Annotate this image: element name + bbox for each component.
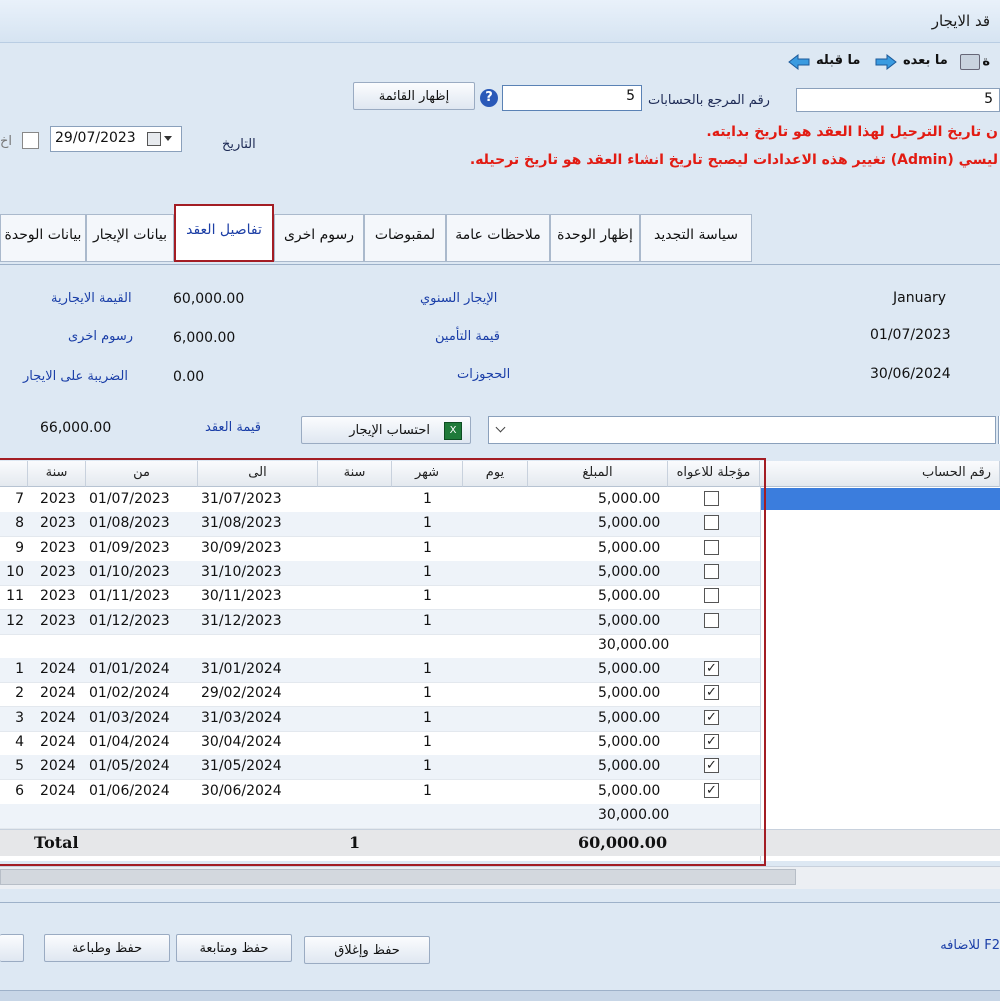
date-label: التاريخ (222, 137, 256, 152)
next-button[interactable]: ما بعده (873, 52, 953, 74)
bottom-frame (0, 990, 1000, 1001)
footer-divider (0, 902, 1000, 903)
tab-other-fees[interactable]: رسوم اخرى (274, 214, 364, 262)
month-value: January (893, 290, 947, 306)
arrow-left-icon (788, 53, 810, 71)
reserved-label: الحجوزات (457, 367, 511, 382)
partial-label: اخ (0, 134, 13, 149)
end-date-value: 30/06/2024 (870, 366, 951, 382)
insurance-label: قيمة التأمين (435, 329, 500, 344)
show-list-button[interactable]: إظهار القائمة (353, 82, 475, 110)
annual-rent-label: الإيجار السنوي (420, 291, 498, 306)
print-button[interactable]: ة (950, 52, 990, 74)
tab-receipts[interactable]: لمقبوضات (364, 214, 446, 262)
tax-label: الضريبة على الايجار (23, 369, 128, 384)
tab-renewal-policy[interactable]: سياسة التجديد (640, 214, 752, 262)
window-title: قد الايجار (931, 12, 990, 30)
grid-highlight-frame (0, 458, 766, 866)
scrollbar-thumb[interactable] (0, 869, 796, 885)
left-number-field[interactable]: 5 (796, 88, 1000, 112)
tax-value: 0.00 (173, 369, 205, 385)
warning-line-1: ن تاريخ الترحيل لهذا العقد هو تاريخ بداي… (706, 124, 998, 140)
prev-button[interactable]: ما قبله (788, 52, 868, 74)
chevron-down-icon (495, 422, 506, 433)
contract-value-label: قيمة العقد (205, 420, 261, 435)
contract-value: 66,000.00 (40, 420, 112, 436)
horizontal-scrollbar[interactable] (0, 866, 1000, 889)
other-fees-value: 6,000.00 (173, 330, 236, 346)
save-print-button[interactable]: حفظ وطباعة (44, 934, 170, 962)
save-close-button[interactable]: حفظ وإغلاق (304, 936, 430, 964)
printer-icon (960, 54, 980, 70)
arrow-right-icon (875, 53, 897, 71)
ref-label: رقم المرجع بالحسابات (648, 93, 770, 108)
footer-edge-button[interactable] (0, 934, 24, 962)
rent-value: 60,000.00 (173, 291, 245, 307)
tab-rent-data[interactable]: بيانات الإيجار (86, 214, 174, 262)
tab-general-notes[interactable]: ملاحظات عامة (446, 214, 550, 262)
calc-rent-button[interactable]: احتساب الإيجار X (301, 416, 471, 444)
ref-input[interactable]: 5 (502, 85, 642, 111)
title-bar: قد الايجار (0, 0, 1000, 43)
date-picker[interactable]: 29/07/2023 (50, 126, 182, 152)
selected-row-highlight[interactable] (760, 488, 1000, 510)
filter-dropdown[interactable] (488, 416, 996, 444)
grid-header-account[interactable]: رقم الحساب (760, 461, 1000, 487)
chevron-down-icon (164, 136, 172, 141)
calendar-icon (147, 132, 161, 146)
excel-icon: X (444, 422, 462, 440)
help-icon[interactable]: ? (480, 89, 498, 107)
f2-add-hint: F2 للاضافه (940, 938, 1000, 953)
tab-show-unit[interactable]: إظهار الوحدة (550, 214, 640, 262)
tab-unit-data[interactable]: بيانات الوحدة (0, 214, 86, 262)
partial-checkbox[interactable] (22, 132, 39, 149)
warning-line-2: ليسي (Admin) تغيير هذه الاعدادات ليصبح ت… (469, 152, 998, 168)
rent-value-label: القيمة الايجارية (51, 291, 132, 306)
other-fees-label: رسوم اخرى (68, 329, 134, 344)
start-date-value: 01/07/2023 (870, 327, 951, 343)
save-next-button[interactable]: حفظ ومتابعة (176, 934, 292, 962)
tab-contract-details[interactable]: تفاصيل العقد (174, 204, 274, 262)
